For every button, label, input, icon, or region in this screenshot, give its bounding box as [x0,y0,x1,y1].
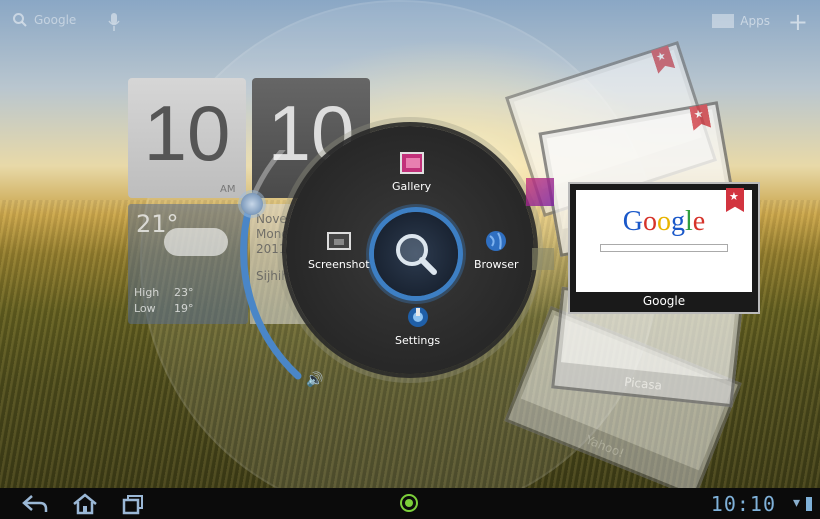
google-page-thumbnail: Google [576,188,752,292]
ring-screenshot-button[interactable]: Screenshot [308,230,370,271]
recent-apps-icon[interactable] [122,495,144,515]
low-label: Low [134,302,156,315]
ring-browser-button[interactable]: Browser [474,230,519,271]
screenshot-label: Screenshot [308,258,370,271]
ring-settings-button[interactable]: Settings [395,306,440,347]
search-icon [13,13,27,27]
apps-button[interactable]: Apps [712,14,770,28]
search-button[interactable] [374,212,458,296]
recent-card-google[interactable]: Google Google [568,182,760,314]
voice-search-icon[interactable] [108,12,120,32]
wifi-icon: ▾ [792,495,800,511]
system-bar: 10:10 ▾ [0,488,820,519]
browser-globe-icon [486,231,507,251]
google-search-label: Google [34,13,77,27]
magnifier-icon [396,234,437,275]
high-value: 23° [174,286,194,299]
home-icon[interactable] [72,493,98,515]
speaker-icon: 🔊 [306,372,324,388]
battery-icon [806,497,812,511]
browser-label: Browser [474,258,519,271]
settings-label: Settings [395,334,441,347]
google-search-widget[interactable]: Google [12,12,76,28]
apps-label: Apps [740,14,770,28]
ring-gallery-button[interactable]: Gallery [392,152,431,193]
volume-slider-handle[interactable] [241,193,263,215]
gallery-label: Gallery [392,180,432,193]
low-value: 19° [174,302,194,315]
back-icon[interactable] [22,494,48,514]
google-card-label: Google [642,294,686,308]
clock-hour: 10 [128,78,246,198]
side-app-icon[interactable] [532,248,554,270]
tablet-screen: Google Apps + 10 10 AM 21° High 23° Low 19… [0,0,820,519]
ring-launcher-icon[interactable] [400,494,418,512]
gallery-icon [399,152,424,174]
status-clock: 10:10 [710,492,776,516]
google-logo: Google [622,206,706,237]
apps-grid-icon [712,14,735,28]
add-widget-button[interactable]: + [788,10,808,34]
weather-low-row: Low 19° [134,302,214,315]
settings-icon [407,307,428,327]
google-search-bar [600,244,728,252]
cloud-icon [164,228,228,256]
side-app-icon[interactable] [526,178,554,206]
screenshot-icon [326,232,351,250]
weather-high-row: High 23° [134,286,214,299]
high-label: High [134,286,160,299]
